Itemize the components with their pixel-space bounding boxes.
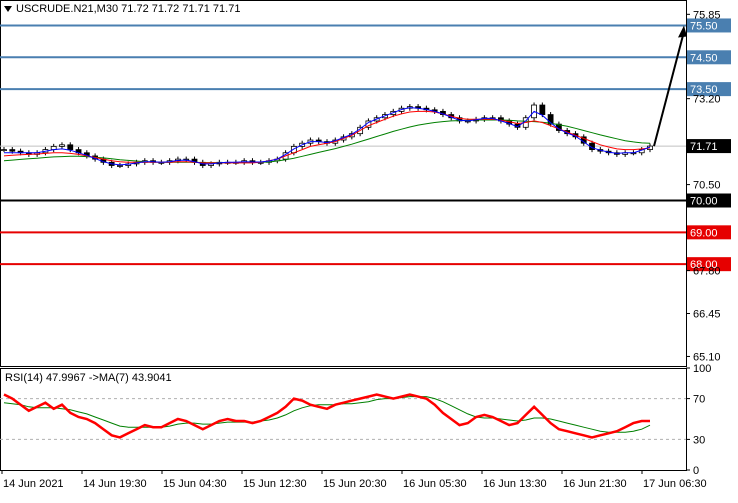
rsi-label: RSI(14) 47.9967 [5,372,86,384]
candle-body [59,144,65,147]
x-tick-label: 15 Jun 04:30 [163,478,227,490]
x-tick-label: 15 Jun 12:30 [243,478,307,490]
candle-body [117,165,123,167]
y-tick-label: 66.45 [693,308,721,320]
candle-body [1,149,7,151]
chart-header: USCRUDE.N21,M30 71.72 71.72 71.71 71.71 [4,3,240,15]
rsi-tick-label: 70 [693,394,705,406]
y-tick-label: 70.50 [693,180,721,192]
x-tick-label: 14 Jun 19:30 [83,478,147,490]
x-tick-label: 16 Jun 21:30 [563,478,627,490]
level-label-75.50: 75.50 [690,20,718,32]
y-tick-label: 73.20 [693,94,721,106]
level-label-74.50: 74.50 [690,52,718,64]
chart-window[interactable]: 75.50 74.50 73.50 70.00 69.00 68.00 71.71 75.8… [0,0,738,500]
x-tick-label: 16 Jun 05:30 [403,478,467,490]
rsi-tick-label: 100 [693,363,711,375]
main-pane-border [0,0,687,367]
price-chart[interactable]: 75.5074.5073.5070.0069.0068.0071.71 75.8… [0,0,738,500]
y-tick-label: 75.85 [693,9,721,21]
ohlc-values: 71.72 71.72 71.71 71.71 [121,3,241,15]
dropdown-triangle-icon[interactable] [4,6,12,13]
projection-arrowhead [678,25,687,38]
y-tick-label: 67.80 [693,266,721,278]
candle-body [67,144,74,150]
rsi-tick-label: 0 [693,465,699,477]
rsi-header: RSI(14) 47.9967 ->MA(7) 43.9041 [5,372,172,384]
current-price-label: 71.71 [690,141,718,153]
level-label-69.00: 69.00 [690,227,718,239]
rsi-line [3,393,650,439]
x-tick-label: 14 Jun 2021 [3,478,64,490]
x-tick-label: 17 Jun 06:30 [643,478,707,490]
candle-body [539,104,546,115]
x-tick-label: 16 Jun 13:30 [483,478,547,490]
rsi-ma-label: ->MA(7) 43.9041 [88,372,172,384]
y-tick-label: 65.10 [693,351,721,363]
symbol-label: USCRUDE.N21,M30 [16,3,119,15]
x-tick-label: 15 Jun 20:30 [323,478,387,490]
level-label-70.00: 70.00 [690,196,718,208]
rsi-tick-label: 30 [693,434,705,446]
candle-body [9,149,16,152]
